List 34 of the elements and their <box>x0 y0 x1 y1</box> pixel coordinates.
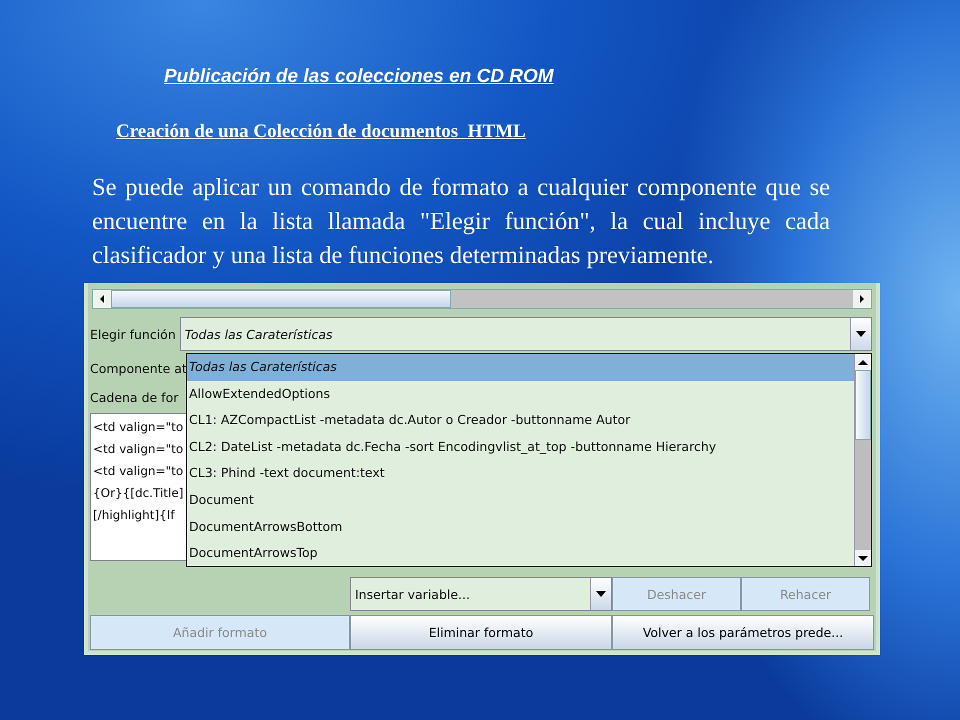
format-button[interactable]: Eliminar formato <box>350 615 612 650</box>
slide-title: Publicación de las colecciones en CD ROM <box>164 66 554 88</box>
dropdown-option[interactable]: AllowExtendedOptions <box>187 380 854 408</box>
dropdown-option[interactable]: CL2: DateList -metadata dc.Fecha -sort Encodingvlist_at_top -buttonname Hierarchy <box>187 434 854 460</box>
vertical-scrollbar[interactable] <box>854 354 871 566</box>
code-line: [/highlight]{If <box>93 507 176 524</box>
dropdown-option[interactable]: DocumentArrowsTop <box>187 540 854 567</box>
code-line: <td valign="to <box>93 419 184 436</box>
code-line: <td valign="to <box>93 463 184 480</box>
function-label: Elegir función <box>90 326 176 342</box>
format-string-field[interactable]: <td valign="to <td valign="to <td valign="to {Or}{[dc.Title] [/highlight]{If <box>90 413 188 561</box>
up-arrow-icon[interactable] <box>857 358 869 366</box>
dropdown-option[interactable]: CL1: AZCompactList -metadata dc.Autor o Creador -buttonname Autor <box>187 407 854 434</box>
code-line: <td valign="to <box>93 441 184 458</box>
left-arrow-icon[interactable] <box>98 293 106 305</box>
slide-subtitle: Creación de una Colección de documentos HTML <box>116 121 526 143</box>
function-dropdown[interactable]: Todas las Caraterísticas <box>180 317 872 351</box>
dropdown-option[interactable]: Todas las Caraterísticas <box>187 354 854 381</box>
variable-dropdown[interactable]: Insertar variable... <box>350 577 612 611</box>
caret-down-icon[interactable] <box>595 590 607 598</box>
dropdown-option[interactable]: DocumentArrowsBottom <box>187 514 854 540</box>
right-arrow-icon[interactable] <box>858 293 866 305</box>
scrollbar-thumb[interactable] <box>111 290 451 308</box>
dropdown-option[interactable]: CL3: Phind -text document:text <box>187 460 854 487</box>
down-arrow-icon[interactable] <box>857 554 869 562</box>
field-label: Cadena de for <box>90 390 180 405</box>
code-line: {Or}{[dc.Title] <box>93 485 184 502</box>
slide-paragraph: Se puede aplicar un comando de formato a cualquier componente que se encuentre en la lista llamada "Elegir función", la cual incluye cada clasificador y una lista de funciones determinadas previamente. <box>92 173 830 271</box>
dropdown-option[interactable]: Document <box>187 486 854 514</box>
scrollbar-thumb[interactable] <box>855 370 871 440</box>
horizontal-scrollbar[interactable] <box>92 289 872 309</box>
caret-down-icon[interactable] <box>855 330 867 338</box>
format-button[interactable]: Volver a los parámetros prede... <box>612 615 874 650</box>
field-label: Componente at <box>90 361 186 376</box>
